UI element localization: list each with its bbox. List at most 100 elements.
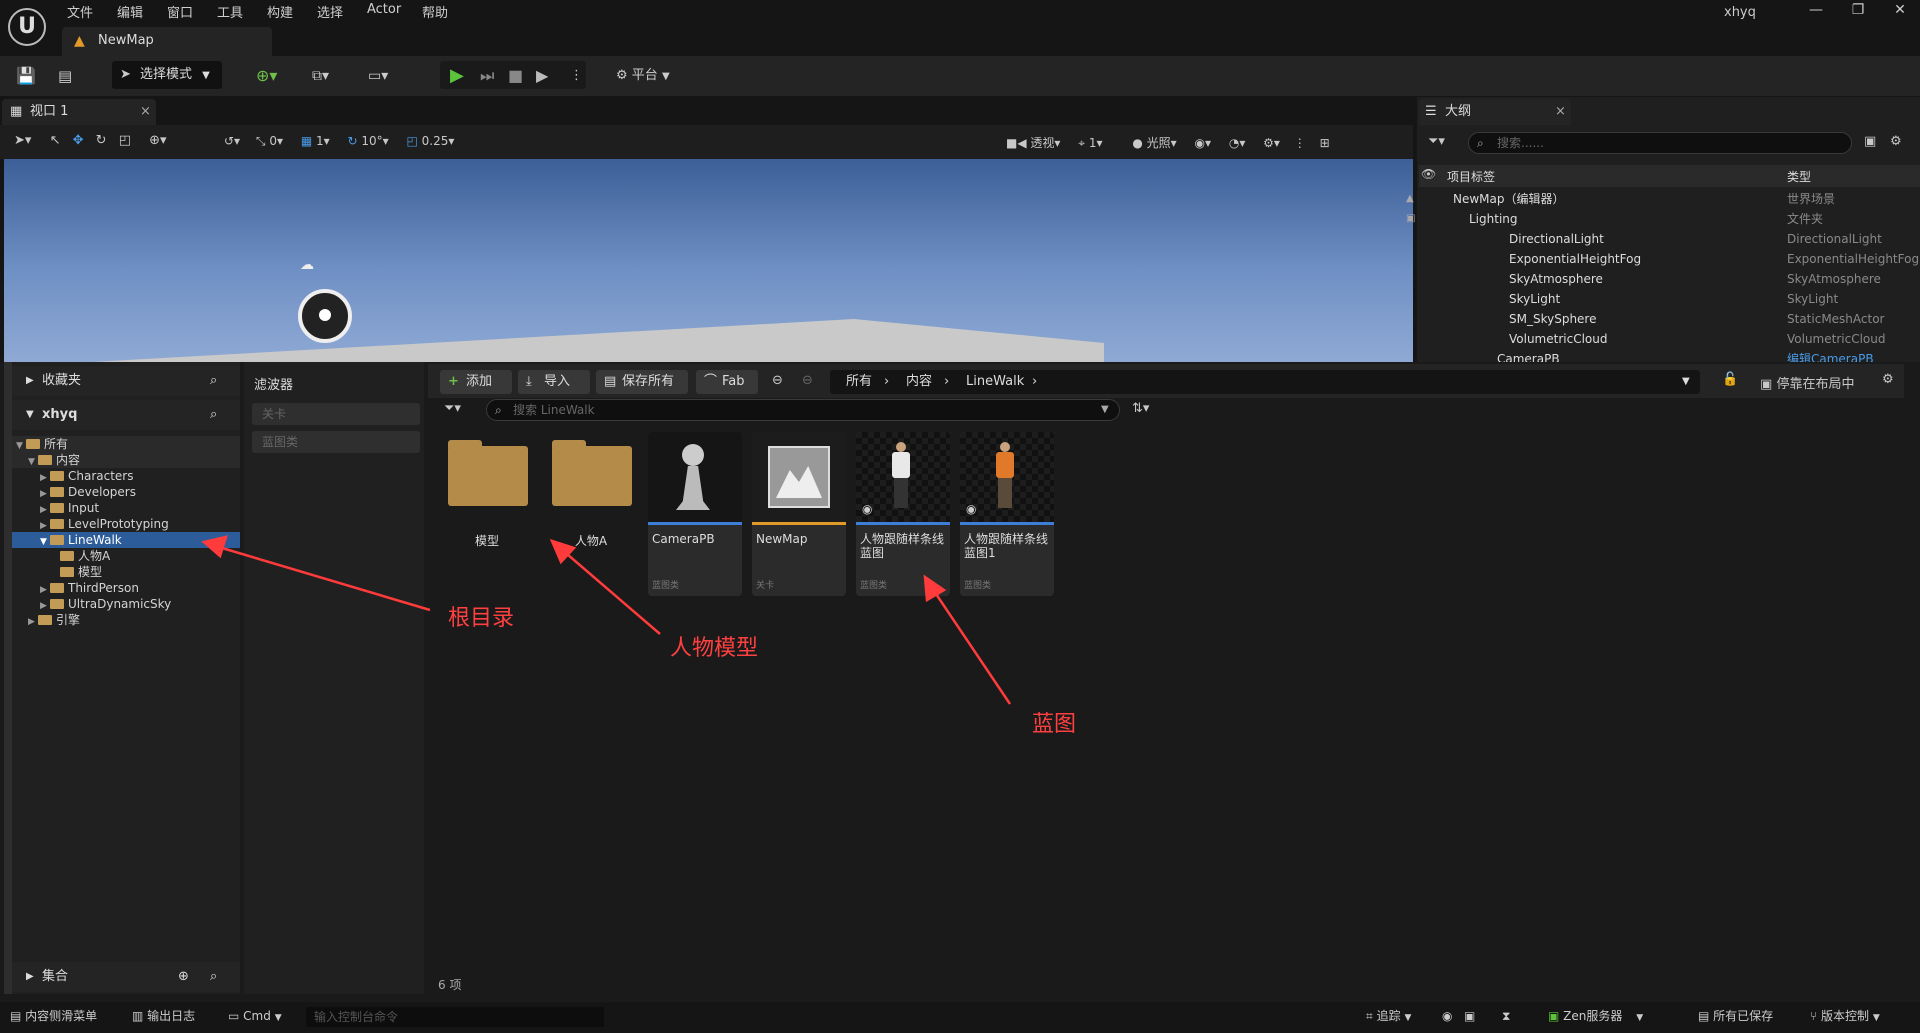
outliner-row[interactable]: SkyLight SkyLight [1419,289,1920,309]
save-icon[interactable]: 💾 [16,62,36,90]
camera-speed-value[interactable]: 1 [1089,136,1097,150]
translate-snap-icon[interactable]: ⤡ [256,134,266,148]
record-icon[interactable]: ◉ [1442,1002,1452,1031]
asset-tile-camerapb[interactable]: CameraPB 蓝图类 [648,432,742,596]
search-icon[interactable]: ⌕ [210,400,217,430]
settings-icon[interactable]: ⚙ [1890,134,1902,149]
outliner-search-input[interactable]: ⌕ 搜索...... [1468,132,1852,154]
blueprint-menu-icon[interactable]: ⧉▾ [312,62,329,90]
close-window-icon[interactable]: ✕ [1880,2,1920,24]
lighting-label[interactable]: 光照 [1147,136,1171,150]
select-mode-dropdown[interactable]: ➤ 选择模式 ▼ [112,61,222,89]
filter-chip-blueprint[interactable]: 蓝图类 [252,431,420,453]
more-options-icon[interactable]: ⋮ [570,62,583,90]
asset-tile-follow-spline-bp1[interactable]: ◉ 人物跟随样条线蓝图1 蓝图类 [960,432,1054,596]
minimize-icon[interactable]: — [1796,2,1836,24]
menu-window[interactable]: 窗口 [167,2,193,21]
surface-snap-icon[interactable]: ↺▾ [224,134,240,148]
play-icon[interactable]: ▶ [450,62,464,90]
skylight-icon[interactable]: ☁ [300,257,314,273]
tree-item-characters[interactable]: ▶ Characters [12,468,240,484]
restore-icon[interactable]: ❐ [1838,2,1878,24]
forward-icon[interactable]: ⊖ [802,373,813,388]
menu-edit[interactable]: 编辑 [117,2,143,21]
tab-outliner[interactable]: ☰ 大纲 × [1419,99,1571,125]
search-icon[interactable]: ⌕ [210,962,217,992]
tree-item-engine[interactable]: ▶ 引擎 [12,612,240,628]
screenshot-icon[interactable]: ▣ [1464,1002,1475,1031]
fab-button[interactable]: ⌒ Fab [696,370,758,394]
outliner-row[interactable]: Lighting 文件夹 [1419,209,1920,229]
outliner-row[interactable]: NewMap（编辑器） 世界场景 [1419,189,1920,209]
breadcrumb-all[interactable]: 所有 [846,370,872,394]
project-section[interactable]: ▼ xhyq ⌕ [12,400,240,430]
directional-light-icon[interactable] [298,289,352,343]
import-button[interactable]: ⤓ 导入 [518,370,590,394]
zen-server-dropdown[interactable]: ▣ Zen服务器 ▼ [1548,1002,1643,1031]
folder-tile-character-a[interactable]: 人物A [544,432,638,552]
breadcrumb-linewalk[interactable]: LineWalk [966,370,1024,394]
tree-item-linewalk[interactable]: ▼ LineWalk [12,532,240,548]
more-options-icon[interactable]: ⋮ [1294,136,1306,150]
grid-snap-icon[interactable]: ▦ [301,134,312,148]
outliner-row[interactable]: ExponentialHeightFog ExponentialHeightFog [1419,249,1920,269]
lighting-icon[interactable]: ● [1132,136,1142,150]
filter-chip-level[interactable]: 关卡 [252,403,420,425]
show-flags-icon[interactable]: ◉▾ [1195,136,1212,150]
cinematics-icon[interactable]: ▭▾ [368,62,388,90]
menu-file[interactable]: 文件 [67,2,93,21]
menu-select[interactable]: 选择 [317,2,343,21]
tree-item-character-a[interactable]: 人物A [12,548,240,564]
step-icon[interactable]: ⏭ [480,62,494,90]
menu-tools[interactable]: 工具 [217,2,243,21]
world-icon[interactable]: ⊕▾ [149,133,166,148]
version-control-dropdown[interactable]: ⑂ 版本控制 ▼ [1810,1002,1880,1031]
add-folder-icon[interactable]: ▣ [1864,134,1876,149]
eject-icon[interactable]: ▶ [536,62,548,90]
search-icon[interactable]: ⌕ [210,366,217,396]
camera-speed-icon[interactable]: ⌖ [1078,136,1085,150]
scale-snap-value[interactable]: 0.25 [422,134,449,148]
outliner-row[interactable]: SM_SkySphere StaticMeshActor [1419,309,1920,329]
folder-tile-model[interactable]: 模型 [440,432,534,552]
view-mode-label[interactable]: 透视 [1030,136,1054,150]
outliner-row[interactable]: VolumetricCloud VolumetricCloud [1419,329,1920,349]
all-saved-button[interactable]: ▤ 所有已保存 [1698,1002,1773,1031]
tree-item-model[interactable]: 模型 [12,564,240,580]
menu-actor[interactable]: Actor [367,2,401,17]
collections-section[interactable]: ▶ 集合 ⊕ ⌕ [12,962,240,992]
translate-snap-value[interactable]: 0 [269,134,277,148]
grid-snap-value[interactable]: 1 [316,134,324,148]
move-icon[interactable]: ✥ [73,133,84,148]
tree-item-all[interactable]: ▼ 所有 [12,436,240,452]
add-button[interactable]: + 添加 [440,370,512,394]
cmd-dropdown[interactable]: ▭ Cmd ▼ [228,1002,282,1031]
asset-tile-newmap[interactable]: NewMap 关卡 [752,432,846,596]
outliner-row[interactable]: SkyAtmosphere SkyAtmosphere [1419,269,1920,289]
close-icon[interactable]: × [1555,99,1566,125]
select-tool-icon[interactable]: ➤▾ [14,133,31,148]
breadcrumb-content[interactable]: 内容 [906,370,932,394]
outliner-row[interactable]: DirectionalLight DirectionalLight [1419,229,1920,249]
tree-item-content[interactable]: ▼ 内容 [12,452,240,468]
chevron-down-icon[interactable]: ▼ [1682,370,1690,394]
unreal-logo-icon[interactable]: U [8,8,46,46]
rotate-snap-value[interactable]: 10° [361,134,382,148]
back-icon[interactable]: ⊖ [772,373,783,388]
rotate-snap-icon[interactable]: ↻ [347,134,357,148]
performance-icon[interactable]: ◔▾ [1229,136,1246,150]
asset-search-input[interactable]: ⌕ 搜索 LineWalk ▼ [486,399,1120,421]
chevron-right-icon[interactable]: › [944,370,949,394]
scale-snap-icon[interactable]: ◰ [407,134,418,148]
menu-build[interactable]: 构建 [267,2,293,21]
platform-dropdown[interactable]: ⚙ 平台 ▼ [616,62,670,90]
pointer-icon[interactable]: ↖ [50,133,61,148]
tree-item-thirdperson[interactable]: ▶ ThirdPerson [12,580,240,596]
add-actor-icon[interactable]: ⊕▾ [256,62,277,90]
content-drawer-button[interactable]: ▤ 内容侧滑菜单 [10,1002,97,1031]
tab-viewport[interactable]: ▦ 视口 1 × [2,99,156,125]
content-browser-icon[interactable]: ▤ [58,62,72,90]
col-type[interactable]: 类型 [1787,168,1811,185]
settings-icon[interactable]: ⚙ [1882,372,1894,387]
sort-icon[interactable]: ⇅▾ [1132,401,1149,416]
